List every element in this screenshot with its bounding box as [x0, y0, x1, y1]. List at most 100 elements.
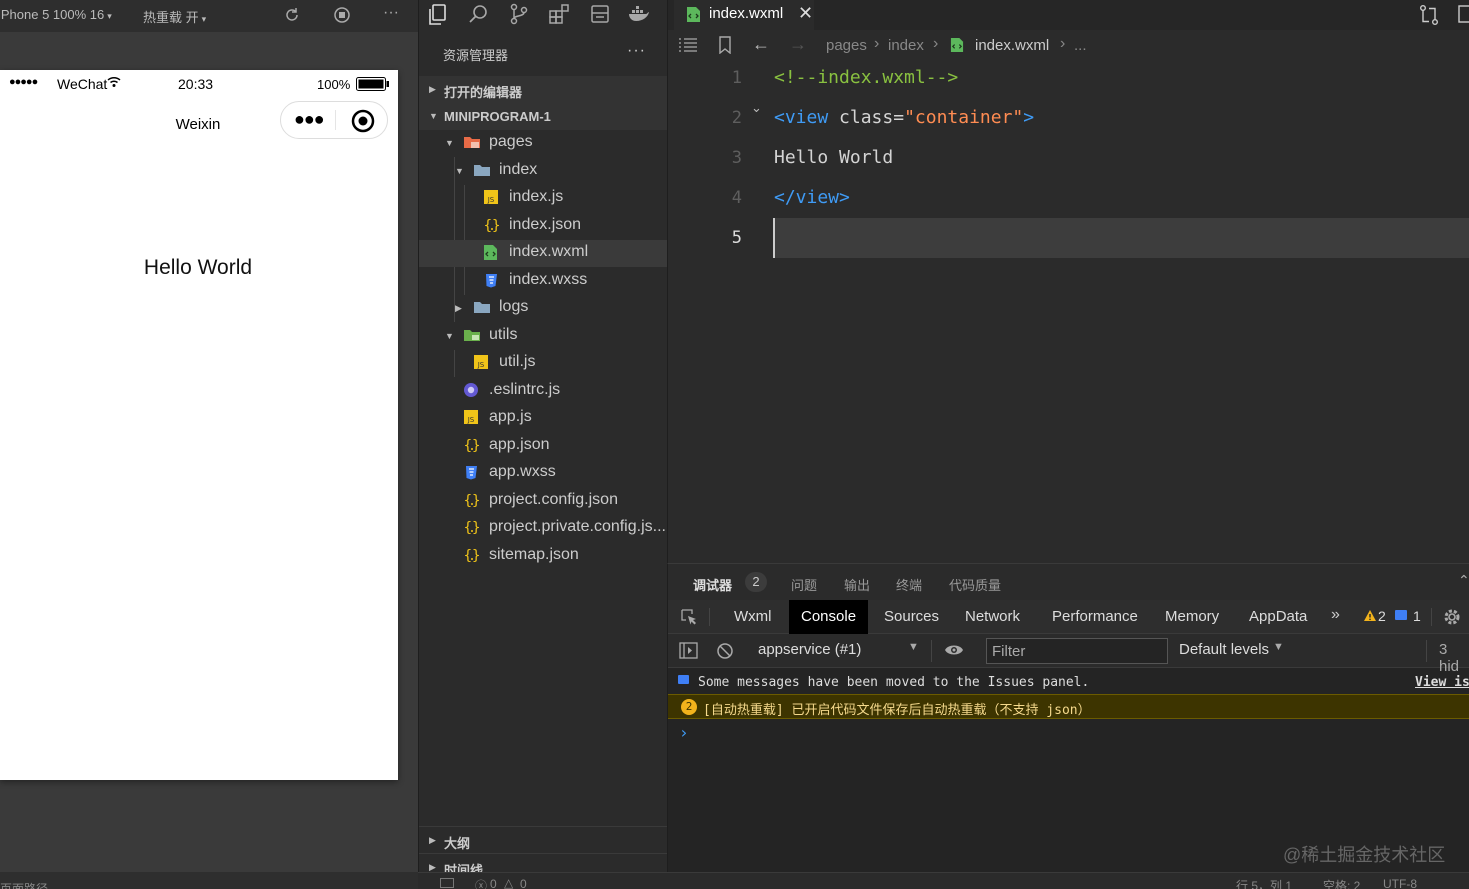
capsule-more-icon[interactable]: ●●●: [294, 109, 325, 130]
context-select[interactable]: appservice (#1): [758, 641, 861, 658]
tree-file[interactable]: JS index.js: [419, 185, 668, 212]
tab-network[interactable]: Network: [953, 600, 1032, 634]
log-levels-select[interactable]: Default levels: [1179, 641, 1269, 658]
tab-performance[interactable]: Performance: [1040, 600, 1150, 634]
breadcrumb-separator: ›: [1060, 35, 1066, 52]
compare-icon[interactable]: [1418, 4, 1440, 31]
explorer-more-icon[interactable]: ···: [627, 42, 646, 60]
tree-file[interactable]: app.wxss: [419, 460, 668, 487]
tree-file[interactable]: {} app.json: [419, 433, 668, 460]
js-file-icon: JS: [473, 354, 491, 372]
refresh-icon[interactable]: [283, 6, 303, 26]
tree-folder[interactable]: ▼ utils: [419, 323, 668, 350]
tree-folder[interactable]: ▼ index: [419, 158, 668, 185]
hot-reload-select[interactable]: 热重载 开 ▾: [143, 7, 206, 26]
breadcrumb-item[interactable]: index.wxml: [975, 37, 1049, 54]
filter-input[interactable]: Filter: [986, 638, 1168, 664]
extensions-icon[interactable]: [548, 3, 572, 27]
cloud-icon[interactable]: [589, 3, 613, 27]
editor-tab[interactable]: index.wxml ✕: [674, 0, 814, 30]
chevron-down-icon[interactable]: ▼: [455, 166, 464, 176]
warning-outline-icon[interactable]: △: [504, 876, 513, 889]
svg-text:{}: {}: [464, 438, 481, 453]
encoding[interactable]: UTF-8: [1383, 877, 1417, 889]
source-control-icon[interactable]: [508, 3, 532, 27]
tab-console[interactable]: Console: [789, 600, 869, 634]
more-icon[interactable]: ···: [383, 4, 403, 24]
chevron-right-icon[interactable]: ▶: [455, 303, 462, 314]
tree-file[interactable]: {} project.config.json: [419, 488, 668, 515]
collapse-icon[interactable]: ⌃: [1458, 572, 1469, 589]
split-editor-icon[interactable]: [1458, 5, 1469, 28]
chevron-down-icon[interactable]: ▼: [445, 138, 454, 148]
project-section[interactable]: ▼ MINIPROGRAM-1: [419, 103, 668, 130]
breadcrumb-item[interactable]: ...: [1074, 37, 1087, 54]
eye-icon[interactable]: [944, 643, 964, 661]
clear-console-icon[interactable]: [716, 642, 734, 664]
tab-sources[interactable]: Sources: [872, 600, 951, 634]
warning-icon[interactable]: [1363, 609, 1377, 626]
tab-problems[interactable]: 问题: [791, 575, 817, 594]
settings-gear-icon[interactable]: [1442, 607, 1462, 631]
tree-folder[interactable]: ▶ logs: [419, 295, 668, 322]
console-prompt[interactable]: ›: [668, 720, 1469, 745]
outline-section[interactable]: ▶ 大纲: [419, 826, 668, 853]
explorer-title: 资源管理器: [443, 47, 509, 63]
tab-terminal[interactable]: 终端: [896, 575, 922, 594]
more-tabs-icon[interactable]: »: [1331, 606, 1340, 624]
breadcrumb-separator: ›: [933, 35, 939, 52]
svg-text:{}: {}: [464, 520, 481, 535]
folder-icon: [473, 299, 491, 317]
info-message-icon[interactable]: [1395, 610, 1407, 620]
sidebar-toggle-icon[interactable]: [679, 642, 698, 663]
back-arrow-icon[interactable]: ←: [752, 34, 770, 55]
code-text: Hello World: [774, 147, 894, 168]
indentation[interactable]: 空格: 2: [1323, 877, 1360, 889]
tab-memory[interactable]: Memory: [1153, 600, 1231, 634]
tab-debugger[interactable]: 调试器: [693, 575, 732, 594]
dropdown-caret-icon[interactable]: ▼: [1273, 641, 1284, 653]
tree-file[interactable]: {} sitemap.json: [419, 543, 668, 570]
files-icon[interactable]: [427, 3, 451, 27]
line-number: 3: [731, 148, 742, 168]
chevron-down-icon[interactable]: ▼: [445, 331, 454, 341]
open-editors-section[interactable]: ▶ 打开的编辑器: [419, 76, 668, 103]
json-file-icon: {}: [463, 492, 481, 510]
branch-icon[interactable]: [440, 878, 454, 888]
bottom-panel-tabs: 调试器 2 问题 输出 终端 代码质量 ⌃: [668, 564, 1469, 600]
forward-arrow-icon[interactable]: →: [789, 34, 807, 55]
breadcrumb-item[interactable]: pages: [826, 37, 867, 54]
tab-appdata[interactable]: AppData: [1237, 600, 1319, 634]
page-path-label[interactable]: 页面路径: [0, 880, 48, 889]
search-icon[interactable]: [468, 3, 492, 27]
wxss-file-icon: [463, 464, 481, 482]
bookmark-icon[interactable]: [717, 36, 733, 59]
docker-icon[interactable]: [627, 3, 651, 27]
dropdown-caret-icon[interactable]: ▼: [908, 641, 919, 653]
problems-count: 0: [490, 877, 497, 889]
list-icon[interactable]: [678, 37, 698, 58]
capsule-close-icon[interactable]: [351, 109, 375, 138]
tab-wxml[interactable]: Wxml: [722, 600, 784, 634]
tree-file[interactable]: {} index.json: [419, 213, 668, 240]
tab-code-quality[interactable]: 代码质量: [949, 575, 1001, 594]
stop-icon[interactable]: [333, 6, 353, 26]
tree-file[interactable]: index.wxss: [419, 268, 668, 295]
tree-folder[interactable]: ▼ pages: [419, 130, 668, 157]
svg-text:{}: {}: [484, 218, 501, 233]
inspect-element-icon[interactable]: [680, 608, 698, 630]
error-icon[interactable]: ⓧ: [475, 877, 487, 889]
code-line: 5: [668, 220, 1469, 260]
close-icon[interactable]: ✕: [798, 3, 813, 24]
view-issues-link[interactable]: View is: [1415, 675, 1469, 690]
device-select[interactable]: iPhone 5 100% 16 ▾: [0, 7, 112, 22]
tree-file[interactable]: index.wxml: [419, 240, 668, 267]
tree-file[interactable]: .eslintrc.js: [419, 378, 668, 405]
menu-capsule[interactable]: ●●●: [280, 101, 388, 139]
tree-file[interactable]: JS util.js: [419, 350, 668, 377]
tree-file[interactable]: JS app.js: [419, 405, 668, 432]
tab-output[interactable]: 输出: [844, 575, 870, 594]
cursor-position[interactable]: 行 5，列 1: [1236, 877, 1292, 889]
breadcrumb-item[interactable]: index: [888, 37, 924, 54]
tree-file[interactable]: {} project.private.config.js...: [419, 515, 668, 542]
